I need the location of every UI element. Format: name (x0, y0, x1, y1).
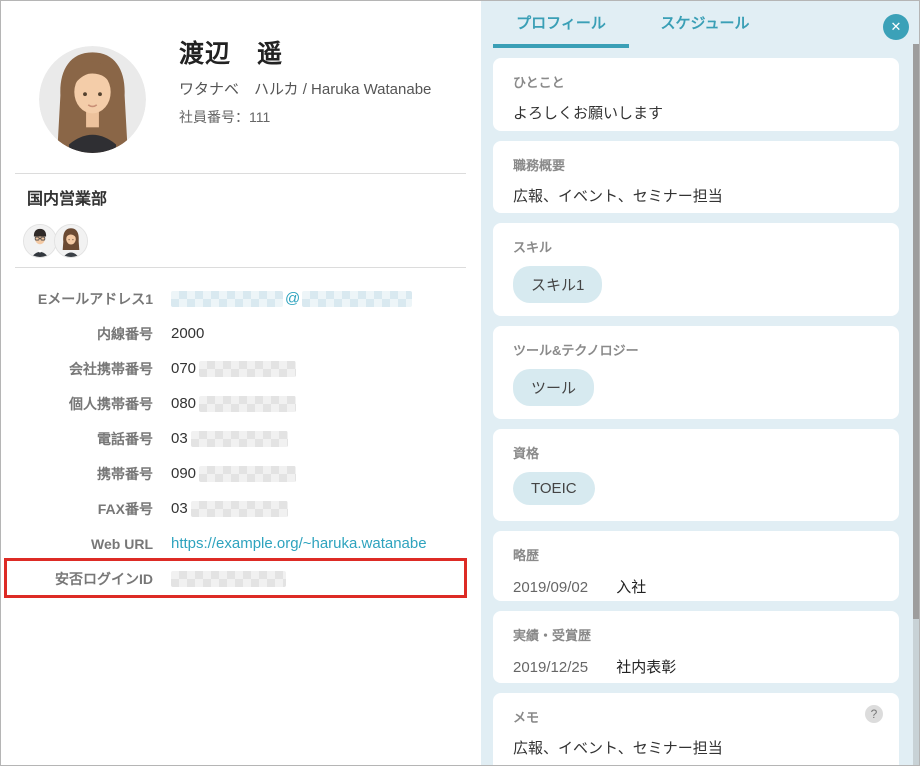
close-button[interactable]: ✕ (883, 14, 909, 40)
card-tools-technology: ツール&テクノロジー ツール (493, 326, 899, 419)
skill-tag: スキル1 (513, 266, 602, 303)
panel-scrollbar[interactable] (913, 44, 920, 765)
field-row-mobile: 携帯番号 090 (1, 456, 481, 491)
field-value-email-redacted: @ (171, 290, 412, 307)
member-avatar-2[interactable] (54, 224, 88, 258)
profile-left-panel: 渡辺 遥 ワタナベ ハルカ / Haruka Watanabe 社員番号：111… (1, 1, 481, 765)
field-value: 2000 (171, 325, 204, 342)
field-row-fax: FAX番号 03 (1, 491, 481, 526)
timeline-entry: 2019/12/25 社内表彰 (513, 656, 879, 677)
redacted-number (199, 396, 296, 412)
employee-number: 社員番号：111 (179, 107, 270, 127)
field-row-phone: 電話番号 03 (1, 421, 481, 456)
card-title: メモ (513, 707, 879, 726)
panel-tabs: プロフィール スケジュール (493, 1, 773, 48)
tool-tag: ツール (513, 369, 594, 406)
profile-window: 渡辺 遥 ワタナベ ハルカ / Haruka Watanabe 社員番号：111… (0, 0, 920, 766)
card-qualifications: 資格 TOEIC (493, 429, 899, 521)
field-row-company-mobile: 会社携帯番号 070 (1, 351, 481, 386)
profile-photo (39, 46, 146, 153)
field-value-redacted: 03 (171, 500, 288, 517)
phone-prefix: 03 (171, 500, 188, 517)
field-label: 個人携帯番号 (1, 394, 153, 414)
phone-prefix: 070 (171, 360, 196, 377)
divider (15, 267, 466, 268)
card-hitokoto: ひとこと よろしくお願いします (493, 58, 899, 131)
member-avatar-1[interactable] (23, 224, 57, 258)
card-title: 資格 (513, 443, 879, 462)
card-skills: スキル スキル1 (493, 223, 899, 316)
timeline-entry: 2019/09/02 入社 (513, 576, 879, 597)
department-members (23, 224, 88, 258)
field-label: Web URL (1, 536, 153, 552)
card-title: 略歴 (513, 545, 879, 564)
timeline-date: 2019/12/25 (513, 659, 588, 676)
card-career-history: 略歴 2019/09/02 入社 (493, 531, 899, 601)
contact-fields: Eメールアドレス1 @ 内線番号 2000 会社携帯番号 070 個人携帯 (1, 281, 481, 596)
field-row-web-url: Web URL https://example.org/~haruka.wata… (1, 526, 481, 561)
phone-prefix: 090 (171, 465, 196, 482)
card-achievements: 実績・受賞歴 2019/12/25 社内表彰 (493, 611, 899, 683)
card-text: 広報、イベント、セミナー担当 (513, 737, 879, 758)
field-label: 会社携帯番号 (1, 359, 153, 379)
timeline-date: 2019/09/02 (513, 579, 588, 596)
profile-cards: ひとこと よろしくお願いします 職務概要 広報、イベント、セミナー担当 スキル … (493, 58, 899, 766)
card-job-summary: 職務概要 広報、イベント、セミナー担当 (493, 141, 899, 213)
timeline-event: 入社 (616, 579, 646, 596)
employee-name: 渡辺 遥 (179, 34, 283, 70)
field-value-redacted: 070 (171, 360, 296, 377)
card-text: 広報、イベント、セミナー担当 (513, 185, 879, 206)
card-memo: メモ 広報、イベント、セミナー担当 ? (493, 693, 899, 766)
female-avatar-icon (55, 225, 87, 257)
profile-photo-illustration (39, 46, 146, 153)
male-avatar-icon (24, 225, 56, 257)
field-label: FAX番号 (1, 499, 153, 519)
redacted-number (191, 501, 288, 517)
qualification-tag: TOEIC (513, 472, 595, 505)
timeline-event: 社内表彰 (616, 659, 676, 676)
red-highlight-box (4, 558, 467, 598)
phone-prefix: 03 (171, 430, 188, 447)
field-label: 内線番号 (1, 324, 153, 344)
card-title: 職務概要 (513, 155, 879, 174)
card-title: ツール&テクノロジー (513, 340, 879, 359)
department-name: 国内営業部 (27, 185, 107, 209)
card-title: スキル (513, 237, 879, 256)
card-title: 実績・受賞歴 (513, 625, 879, 644)
field-value-redacted: 090 (171, 465, 296, 482)
field-value-redacted: 080 (171, 395, 296, 412)
employee-name-kana-romaji: ワタナベ ハルカ / Haruka Watanabe (179, 78, 431, 99)
scrollbar-thumb[interactable] (913, 44, 920, 619)
field-label: 携帯番号 (1, 464, 153, 484)
at-symbol: @ (285, 290, 300, 307)
field-value-redacted: 03 (171, 430, 288, 447)
divider (15, 173, 466, 174)
close-icon: ✕ (891, 19, 902, 35)
web-url-link[interactable]: https://example.org/~haruka.watanabe (171, 535, 427, 552)
card-title: ひとこと (513, 72, 879, 91)
field-row-email: Eメールアドレス1 @ (1, 281, 481, 316)
profile-side-panel: プロフィール スケジュール ✕ ひとこと よろしくお願いします 職務概要 広報、… (481, 1, 920, 765)
tab-profile[interactable]: プロフィール (493, 1, 629, 48)
redacted-number (199, 361, 296, 377)
card-text: よろしくお願いします (513, 102, 879, 123)
tab-schedule[interactable]: スケジュール (637, 1, 773, 48)
redacted-number (199, 466, 296, 482)
phone-prefix: 080 (171, 395, 196, 412)
redacted-number (191, 431, 288, 447)
field-row-personal-mobile: 個人携帯番号 080 (1, 386, 481, 421)
field-row-extension: 内線番号 2000 (1, 316, 481, 351)
help-icon[interactable]: ? (865, 705, 883, 723)
redacted-email-local (171, 291, 283, 307)
redacted-email-domain (302, 291, 412, 307)
field-label: Eメールアドレス1 (1, 289, 153, 309)
field-label: 電話番号 (1, 429, 153, 449)
